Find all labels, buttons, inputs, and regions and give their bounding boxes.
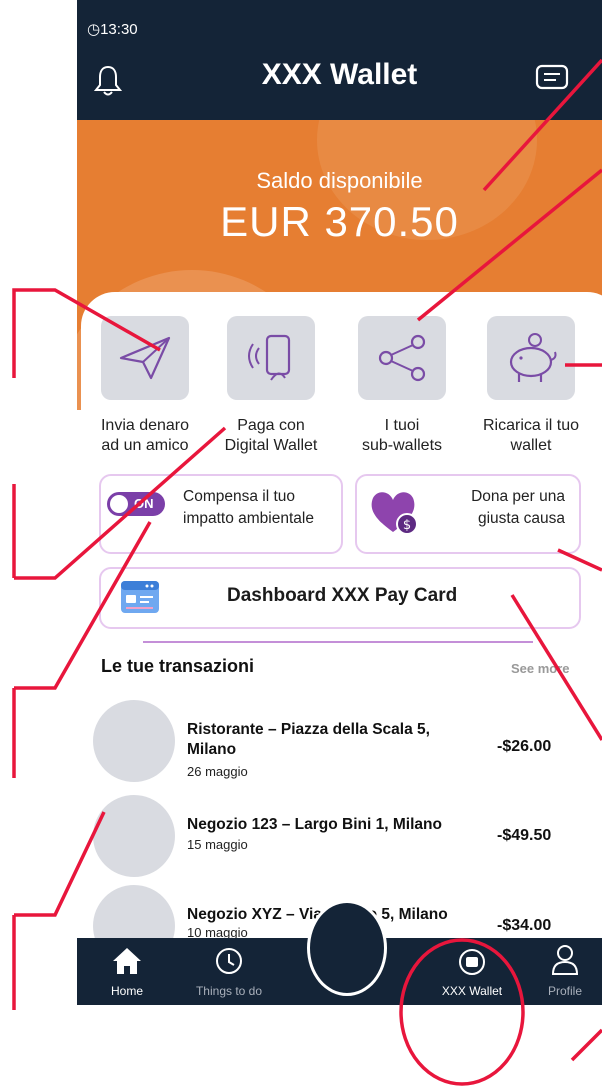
action-label-topup: Ricarica il tuo wallet (482, 417, 580, 454)
user-icon (551, 945, 579, 975)
transaction-date: 15 maggio (187, 837, 248, 852)
divider (143, 641, 533, 643)
sub-wallets-button[interactable] (358, 316, 446, 400)
paper-plane-icon (119, 336, 171, 380)
pay-digital-wallet-button[interactable] (227, 316, 315, 400)
transaction-amount: -$26.00 (497, 738, 552, 755)
message-icon[interactable] (535, 64, 571, 94)
transactions-title: Le tue transazioni (101, 656, 255, 676)
nav-things-to-do[interactable]: Things to do (181, 938, 277, 1005)
balance-label: Saldo disponibile (256, 168, 423, 193)
nav-home-label: Home (110, 984, 143, 998)
nav-profile-label: Profile (547, 984, 582, 998)
send-money-button[interactable] (101, 316, 189, 400)
nav-home[interactable]: Home (97, 938, 157, 1005)
donate-card[interactable]: $ Dona per una giusta causa (355, 474, 581, 554)
eco-toggle-text: ON (134, 496, 154, 511)
contactless-phone-icon (248, 334, 291, 381)
svg-text:$: $ (403, 518, 411, 533)
transaction-row[interactable]: Negozio 123 – Largo Bini 1, Milano 15 ma… (77, 795, 602, 885)
piggy-bank-icon (509, 333, 557, 382)
wallet-icon (459, 949, 485, 975)
action-label-send: Invia denaro ad un amico (100, 417, 190, 454)
heart-donation-icon: $ (371, 492, 418, 535)
dashboard-label: Dashboard XXX Pay Card (227, 585, 458, 606)
donate-text: Dona per una giusta causa (471, 488, 565, 527)
transaction-amount: -$49.50 (497, 827, 552, 844)
app-screen: ◷13:30 XXX Wallet Saldo disponibile EUR … (77, 0, 602, 1005)
top-up-wallet-button[interactable] (487, 316, 575, 400)
action-label-subwallets: I tuoi sub-wallets (361, 417, 443, 454)
action-label-pay: Paga con Digital Wallet (224, 417, 318, 454)
eco-text: Compensa il tuo impatto ambientale (183, 488, 314, 527)
transaction-name: Ristorante – Piazza della Scala 5, Milan… (187, 721, 430, 758)
eco-toggle[interactable]: ON (107, 492, 165, 516)
app-header: ◷13:30 XXX Wallet (77, 0, 602, 120)
page-title: XXX Wallet (261, 58, 418, 91)
nav-todo-label: Things to do (195, 984, 263, 998)
eco-offset-card[interactable]: ON Compensa il tuo impatto ambientale (99, 474, 343, 554)
dashboard-pay-card-button[interactable]: Dashboard XXX Pay Card (99, 567, 581, 629)
center-action-button[interactable] (307, 900, 387, 996)
share-icon (378, 334, 426, 382)
annotation-line (570, 1028, 602, 1062)
status-time: ◷13:30 (87, 21, 138, 38)
transaction-amount: -$34.00 (497, 917, 552, 934)
transaction-date: 26 maggio (187, 764, 248, 779)
avatar (93, 795, 175, 877)
clock-icon: ◷ (87, 21, 101, 38)
card-dashboard-icon (121, 581, 159, 613)
balance-amount: EUR 370.50 (220, 198, 459, 245)
nav-wallet-label: XXX Wallet (441, 984, 503, 998)
home-icon (113, 948, 141, 974)
clock-icon (216, 948, 242, 974)
nav-profile[interactable]: Profile (535, 938, 595, 1005)
nav-wallet[interactable]: XXX Wallet (417, 938, 527, 1005)
avatar (93, 700, 175, 782)
see-more-link[interactable]: See more (511, 661, 570, 676)
transaction-name: Negozio 123 – Largo Bini 1, Milano (187, 816, 442, 833)
transaction-row[interactable]: Ristorante – Piazza della Scala 5, Milan… (77, 700, 602, 790)
